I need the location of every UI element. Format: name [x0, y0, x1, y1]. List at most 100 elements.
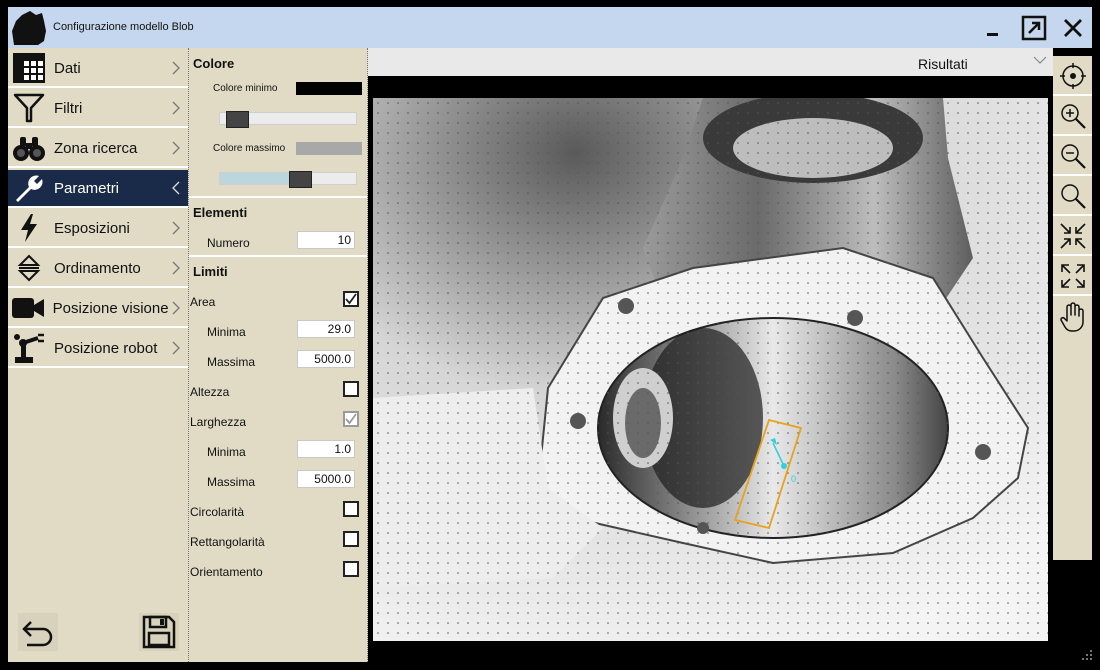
robot-arm-icon	[14, 333, 44, 363]
window-title: Configurazione modello Blob	[53, 21, 194, 33]
chevron-right-icon	[172, 261, 180, 275]
sidebar-item-label: Esposizioni	[54, 219, 130, 237]
circolarita-label: Circolarità	[190, 505, 245, 519]
altezza-label: Altezza	[190, 385, 230, 399]
minimize-button[interactable]	[978, 13, 1008, 43]
crosshair-icon	[1059, 63, 1086, 89]
sidebar-item-zona-ricerca[interactable]: Zona ricerca	[8, 130, 188, 168]
sidebar-item-parametri[interactable]: Parametri	[8, 170, 188, 208]
chevron-right-icon	[172, 221, 180, 235]
chevron-right-icon	[172, 141, 180, 155]
rettangolarita-label: Rettangolarità	[190, 535, 265, 549]
sidebar-item-label: Ordinamento	[54, 259, 141, 277]
colore-minimo-label: Colore minimo	[213, 83, 278, 94]
maximize-icon	[1021, 15, 1047, 41]
expand-button[interactable]	[1053, 258, 1092, 296]
wrench-icon	[16, 175, 43, 202]
image-viewer[interactable]: 0	[368, 76, 1053, 662]
section-title-limiti: Limiti	[193, 264, 228, 279]
colore-massimo-swatch[interactable]	[296, 142, 362, 155]
sort-icon	[17, 254, 41, 282]
app-window: Configurazione modello Blob Dati Filtri …	[0, 0, 1100, 670]
section-divider	[189, 255, 367, 257]
zoom-out-button[interactable]	[1053, 138, 1092, 176]
close-button[interactable]	[1058, 13, 1088, 43]
numero-input[interactable]	[297, 231, 355, 249]
numero-label: Numero	[207, 236, 250, 250]
sidebar-item-label: Zona ricerca	[54, 139, 138, 157]
camera-image[interactable]: 0	[373, 98, 1048, 641]
chevron-right-icon	[172, 301, 181, 315]
collapse-button[interactable]	[1053, 218, 1092, 256]
zoom-fit-button[interactable]	[1053, 178, 1092, 216]
results-dropdown[interactable]: Risultati	[368, 48, 1053, 76]
larghezza-checkbox[interactable]	[343, 411, 359, 427]
save-button[interactable]	[139, 613, 179, 651]
slider-thumb[interactable]	[226, 111, 249, 128]
rettangolarita-checkbox[interactable]	[343, 531, 359, 547]
blob-index-label: 0	[791, 474, 796, 484]
viewer-toolbar	[1053, 48, 1092, 560]
pan-button[interactable]	[1053, 298, 1092, 336]
area-label: Area	[190, 295, 216, 309]
larghezza-minima-label: Minima	[207, 445, 246, 459]
orientamento-label: Orientamento	[190, 565, 263, 579]
collapse-icon	[1059, 223, 1086, 249]
checkmark-icon	[345, 293, 357, 305]
sidebar-item-esposizioni[interactable]: Esposizioni	[8, 210, 188, 248]
sidebar-item-label: Filtri	[54, 99, 83, 117]
larghezza-massima-input[interactable]	[297, 470, 355, 488]
sidebar-item-filtri[interactable]: Filtri	[8, 90, 188, 128]
larghezza-minima-input[interactable]	[297, 440, 355, 458]
title-bar: Configurazione modello Blob	[8, 7, 1092, 48]
toolbar-header	[1053, 48, 1092, 56]
colore-minimo-slider[interactable]	[219, 111, 357, 128]
grid-icon	[13, 53, 45, 83]
zoom-fit-icon	[1060, 184, 1086, 209]
area-minima-input[interactable]	[297, 320, 355, 338]
parameters-panel: Colore Colore minimo Colore massimo Elem…	[188, 48, 368, 662]
checkmark-icon	[345, 413, 357, 425]
close-icon	[1064, 19, 1082, 37]
section-title-colore: Colore	[193, 56, 235, 71]
circolarita-checkbox[interactable]	[343, 501, 359, 517]
sidebar-item-ordinamento[interactable]: Ordinamento	[8, 250, 188, 288]
slider-fill	[220, 173, 289, 184]
back-button[interactable]	[18, 613, 58, 651]
colore-minimo-swatch[interactable]	[296, 82, 362, 95]
sidebar-nav: Dati Filtri Zona ricerca Parametri Espos…	[8, 48, 188, 662]
minimize-icon	[987, 33, 998, 36]
floppy-disk-icon	[142, 615, 176, 649]
binoculars-icon	[13, 137, 45, 161]
colore-massimo-slider[interactable]	[219, 171, 357, 188]
altezza-checkbox[interactable]	[343, 381, 359, 397]
sidebar-item-label: Posizione robot	[54, 339, 158, 357]
area-minima-label: Minima	[207, 325, 246, 339]
sidebar-item-label: Parametri	[54, 179, 120, 197]
colore-massimo-label: Colore massimo	[213, 143, 286, 154]
inspected-part-image: 0	[373, 98, 1048, 641]
zoom-in-icon	[1060, 104, 1086, 129]
center-view-button[interactable]	[1053, 58, 1092, 96]
section-divider	[189, 196, 367, 198]
app-logo-icon	[12, 11, 46, 45]
camera-icon	[12, 298, 45, 318]
sidebar-item-label: Dati	[54, 59, 81, 77]
resize-grip-icon[interactable]	[1080, 648, 1094, 662]
larghezza-massima-label: Massima	[207, 475, 256, 489]
sidebar-item-posizione-visione[interactable]: Posizione visione	[8, 290, 188, 328]
sidebar-item-posizione-robot[interactable]: Posizione robot	[8, 330, 188, 368]
maximize-button[interactable]	[1018, 13, 1050, 43]
area-checkbox[interactable]	[343, 291, 359, 307]
chevron-right-icon	[172, 341, 180, 355]
area-massima-input[interactable]	[297, 350, 355, 368]
zoom-in-button[interactable]	[1053, 98, 1092, 136]
sidebar-item-label: Posizione visione	[52, 299, 169, 317]
sidebar-item-dati[interactable]: Dati	[8, 50, 188, 88]
slider-thumb[interactable]	[289, 171, 312, 188]
filter-icon	[13, 93, 45, 123]
results-dropdown-label: Risultati	[918, 56, 968, 72]
chevron-left-icon	[172, 181, 180, 195]
orientamento-checkbox[interactable]	[343, 561, 359, 577]
undo-arrow-icon	[22, 621, 53, 647]
